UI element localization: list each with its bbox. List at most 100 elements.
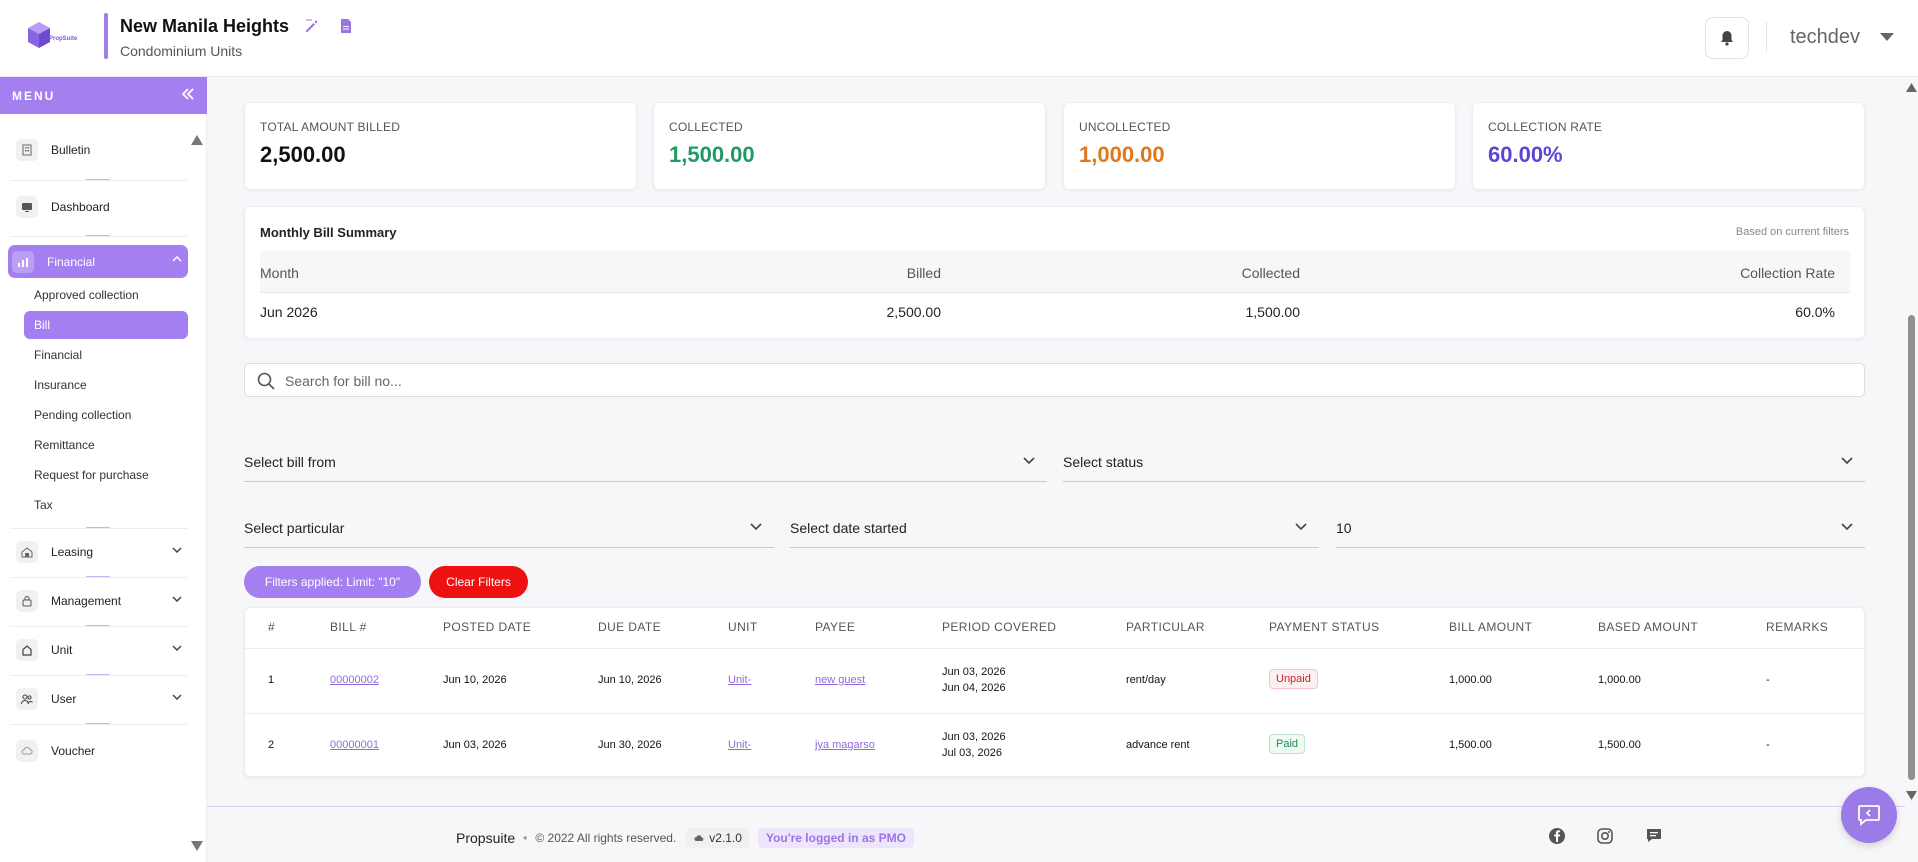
users-icon (16, 688, 38, 710)
scroll-up-icon[interactable] (1906, 83, 1917, 92)
caret-down-icon[interactable] (1880, 33, 1894, 41)
cell-due-date: Jun 10, 2026 (598, 674, 662, 686)
summary-month: Jun 2026 (260, 304, 318, 320)
chevron-down-icon (1295, 523, 1307, 531)
sidebar-item-unit[interactable]: Unit (12, 634, 188, 666)
footer-copyright: © 2022 All rights reserved. (535, 831, 677, 845)
menu-label: MENU (12, 88, 56, 103)
select-limit[interactable]: 10 (1336, 506, 1865, 548)
search-input[interactable] (285, 371, 1785, 391)
chat-button[interactable] (1841, 787, 1897, 843)
col-header-payment-status: PAYMENT STATUS (1269, 620, 1380, 634)
summary-col-collected: Collected (1241, 265, 1300, 281)
edit-icon[interactable] (304, 18, 320, 34)
notifications-button[interactable] (1705, 17, 1749, 59)
building-icon (16, 139, 38, 161)
cell-based-amount: 1,500.00 (1598, 739, 1641, 751)
instagram-icon[interactable] (1596, 827, 1614, 845)
collapse-sidebar-icon[interactable] (181, 87, 195, 101)
submenu-approved-collection[interactable]: Approved collection (34, 288, 139, 302)
clear-filters-button[interactable]: Clear Filters (429, 566, 528, 598)
sidebar-item-user[interactable]: User (12, 683, 188, 715)
table-row[interactable]: 1 00000002 Jun 10, 2026 Jun 10, 2026 Uni… (245, 650, 1864, 714)
cell-bill-link[interactable]: 00000002 (330, 674, 379, 686)
sidebar-item-bulletin[interactable]: Bulletin (12, 134, 188, 166)
submenu-pending-collection[interactable]: Pending collection (34, 408, 131, 422)
bell-icon (1721, 31, 1733, 46)
sidebar-item-label: Voucher (51, 744, 96, 758)
cell-bill-amount: 1,000.00 (1449, 674, 1492, 686)
sidebar-item-leasing[interactable]: Leasing (12, 536, 188, 568)
title-accent-bar (104, 13, 108, 59)
stat-label: COLLECTION RATE (1488, 120, 1603, 134)
sidebar-scroll-down-icon[interactable] (191, 841, 203, 851)
sidebar-item-label: User (51, 692, 77, 706)
sidebar-item-voucher[interactable]: Voucher (12, 735, 188, 767)
submenu-remittance[interactable]: Remittance (34, 438, 95, 452)
cell-remarks: - (1766, 739, 1770, 751)
cell-unit-link[interactable]: Unit- (728, 674, 751, 686)
version-text: v2.1.0 (709, 831, 742, 845)
select-date-started[interactable]: Select date started (790, 506, 1319, 548)
summary-col-month: Month (260, 265, 299, 281)
cell-period-start: Jun 03, 2026 (942, 666, 1006, 678)
chevron-up-icon (172, 256, 182, 262)
footer-dot: • (523, 831, 528, 845)
cell-period-start: Jun 03, 2026 (942, 731, 1006, 743)
cell-unit-link[interactable]: Unit- (728, 739, 751, 751)
footer-divider (207, 806, 1905, 807)
col-header-number: # (268, 620, 276, 634)
submenu-request-for-purchase[interactable]: Request for purchase (34, 468, 149, 482)
cell-payee-link[interactable]: jya magarso (815, 739, 875, 751)
cell-number: 2 (268, 739, 275, 751)
col-header-based-amount: BASED AMOUNT (1598, 620, 1699, 634)
chevron-down-icon (1841, 457, 1853, 465)
chevron-down-icon (172, 645, 182, 651)
filters-applied-badge: Filters applied: Limit: "10" (244, 566, 421, 598)
select-bill-from[interactable]: Select bill from (244, 440, 1047, 482)
sidebar-item-financial[interactable]: Financial (8, 245, 188, 278)
sidebar-item-label: Financial (47, 254, 96, 269)
submenu-financial[interactable]: Financial (34, 348, 82, 362)
lock-icon (16, 590, 38, 612)
app-logo[interactable]: PropSuite (28, 22, 80, 56)
sidebar-divider (10, 577, 188, 578)
submenu-bill[interactable]: Bill (24, 311, 188, 339)
select-status[interactable]: Select status (1063, 440, 1865, 482)
house-icon (16, 541, 38, 563)
sidebar-scroll-up-icon[interactable] (191, 135, 203, 145)
chevron-down-icon (172, 694, 182, 700)
bills-table: # BILL # POSTED DATE DUE DATE UNIT PAYEE… (244, 607, 1865, 777)
sidebar: MENU Bulletin Dashboard Financial Approv… (0, 77, 207, 862)
select-bill-from-value: Select bill from (244, 454, 336, 470)
summary-title: Monthly Bill Summary (260, 225, 397, 240)
cell-posted-date: Jun 10, 2026 (443, 674, 507, 686)
scroll-down-icon[interactable] (1906, 791, 1917, 800)
cell-number: 1 (268, 674, 275, 686)
submenu-insurance[interactable]: Insurance (34, 378, 87, 392)
logged-in-badge: You're logged in as PMO (757, 828, 914, 848)
facebook-icon[interactable] (1548, 827, 1566, 845)
submenu-tax[interactable]: Tax (34, 498, 53, 512)
col-header-particular: PARTICULAR (1126, 620, 1205, 634)
home-icon (16, 639, 38, 661)
cell-bill-link[interactable]: 00000001 (330, 739, 379, 751)
scrollbar-thumb[interactable] (1908, 315, 1915, 780)
select-particular[interactable]: Select particular (244, 506, 774, 548)
document-icon[interactable] (338, 18, 354, 34)
summary-collected: 1,500.00 (1245, 304, 1301, 320)
col-header-remarks: REMARKS (1766, 620, 1829, 634)
table-row[interactable]: 2 00000001 Jun 03, 2026 Jun 30, 2026 Uni… (245, 714, 1864, 778)
sidebar-divider (10, 675, 188, 676)
summary-row: Jun 2026 2,500.00 1,500.00 60.0% (260, 293, 1850, 329)
main-scrollbar[interactable] (1905, 77, 1918, 802)
sidebar-item-dashboard[interactable]: Dashboard (12, 191, 188, 223)
cell-payee-link[interactable]: new guest (815, 674, 865, 686)
cloud-icon (694, 835, 704, 841)
stat-value: 2,500.00 (260, 142, 346, 167)
sidebar-item-management[interactable]: Management (12, 585, 188, 617)
sidebar-item-label: Leasing (51, 545, 94, 559)
sidebar-item-label: Management (51, 594, 122, 608)
message-icon[interactable] (1645, 827, 1663, 845)
user-menu[interactable]: techdev (1790, 26, 1860, 49)
